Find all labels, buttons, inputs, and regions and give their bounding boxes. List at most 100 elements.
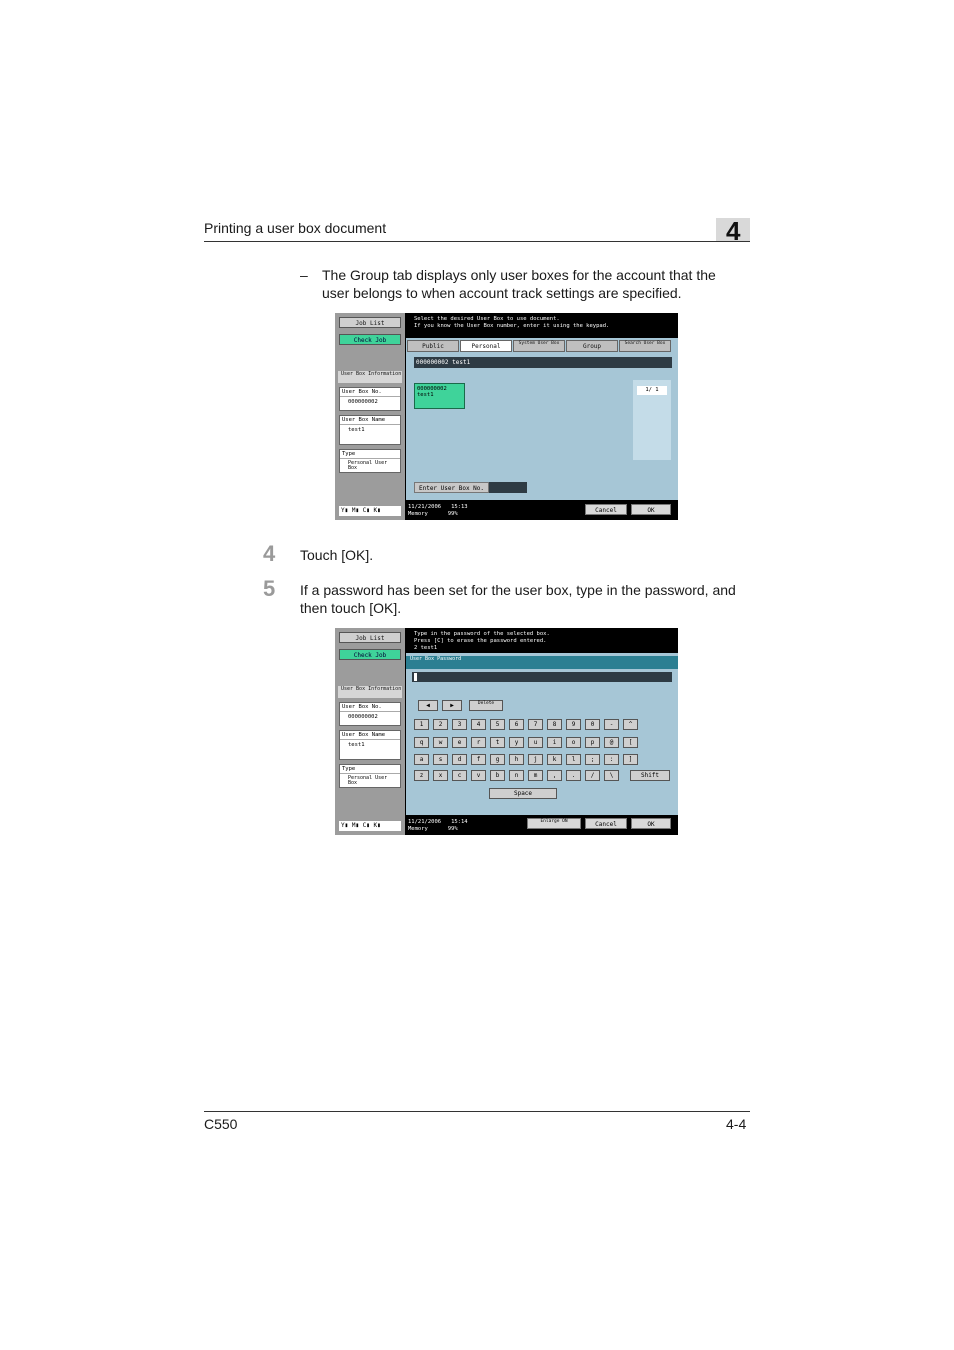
- selected-box-field: 000000002 test1: [414, 357, 672, 368]
- key-row3-7[interactable]: k: [547, 754, 562, 765]
- key-row1-4[interactable]: 5: [490, 719, 505, 730]
- message-line-3: 2 test1: [414, 645, 438, 651]
- type-info: Type Personal User Box: [339, 449, 401, 473]
- box-no-entry-field[interactable]: [489, 482, 527, 493]
- key-row3-5[interactable]: h: [509, 754, 524, 765]
- key-row3-2[interactable]: d: [452, 754, 467, 765]
- password-input[interactable]: [412, 672, 672, 682]
- right-arrow-key[interactable]: ▶: [442, 700, 462, 711]
- message-line-2: If you know the User Box number, enter i…: [414, 323, 610, 329]
- job-list-button[interactable]: Job List: [339, 632, 401, 643]
- key-row4-9[interactable]: /: [585, 770, 600, 781]
- enlarge-button[interactable]: Enlarge ON: [527, 818, 581, 829]
- key-row1-2[interactable]: 3: [452, 719, 467, 730]
- key-row1-10[interactable]: -: [604, 719, 619, 730]
- date-text: 11/21/2006 15:14: [408, 819, 468, 825]
- key-row3-9[interactable]: ;: [585, 754, 600, 765]
- key-row1-9[interactable]: 0: [585, 719, 600, 730]
- check-job-button[interactable]: Check Job: [339, 334, 401, 345]
- key-row2-2[interactable]: e: [452, 737, 467, 748]
- user-box-tile[interactable]: 000000002 test1: [414, 383, 465, 409]
- shift-key[interactable]: Shift: [630, 770, 670, 781]
- user-box-select-screen: Job List Check Job User Box Information …: [335, 313, 678, 520]
- key-row2-1[interactable]: w: [433, 737, 448, 748]
- key-row4-7[interactable]: ,: [547, 770, 562, 781]
- key-row4-1[interactable]: x: [433, 770, 448, 781]
- footer-model: C550: [204, 1116, 238, 1132]
- cancel-button[interactable]: Cancel: [585, 818, 627, 829]
- status-bar: 11/21/2006 15:13 Memory 99% Cancel OK: [406, 500, 678, 520]
- key-row1-1[interactable]: 2: [433, 719, 448, 730]
- key-row1-7[interactable]: 8: [547, 719, 562, 730]
- job-list-button[interactable]: Job List: [339, 317, 401, 328]
- key-row4-2[interactable]: c: [452, 770, 467, 781]
- type-info: Type Personal User Box: [339, 764, 401, 788]
- space-key[interactable]: Space: [489, 788, 557, 799]
- key-row3-0[interactable]: a: [414, 754, 429, 765]
- key-row3-8[interactable]: l: [566, 754, 581, 765]
- key-row2-4[interactable]: t: [490, 737, 505, 748]
- box-name-label: User Box Name: [340, 416, 400, 425]
- key-row3-4[interactable]: g: [490, 754, 505, 765]
- message-area: Type in the password of the selected box…: [406, 628, 678, 653]
- ok-button[interactable]: OK: [631, 818, 671, 829]
- tab-public[interactable]: Public: [407, 340, 459, 352]
- header-title: Printing a user box document: [204, 220, 387, 236]
- key-row2-0[interactable]: q: [414, 737, 429, 748]
- step-5-number: 5: [263, 576, 276, 601]
- key-row4-0[interactable]: z: [414, 770, 429, 781]
- enter-user-box-no-button[interactable]: Enter User Box No.: [414, 482, 489, 493]
- cancel-button[interactable]: Cancel: [585, 504, 627, 515]
- key-row2-8[interactable]: o: [566, 737, 581, 748]
- key-row2-10[interactable]: @: [604, 737, 619, 748]
- page-indicator: 1/ 1: [637, 386, 667, 395]
- tab-search-user-box[interactable]: Search User Box: [619, 340, 671, 352]
- step-4-number: 4: [263, 541, 276, 566]
- key-row2-5[interactable]: y: [509, 737, 524, 748]
- key-row2-11[interactable]: [: [623, 737, 638, 748]
- key-row4-5[interactable]: n: [509, 770, 524, 781]
- box-name-info: User Box Name test1: [339, 415, 401, 445]
- key-row1-8[interactable]: 9: [566, 719, 581, 730]
- box-name-info: User Box Name test1: [339, 730, 401, 760]
- password-section-title: User Box Password: [406, 656, 678, 669]
- tab-group[interactable]: Group: [566, 340, 618, 352]
- key-row3-3[interactable]: f: [471, 754, 486, 765]
- date-text: 11/21/2006 15:13: [408, 504, 468, 510]
- delete-key[interactable]: Delete: [469, 700, 503, 711]
- key-row1-0[interactable]: 1: [414, 719, 429, 730]
- key-row3-10[interactable]: :: [604, 754, 619, 765]
- box-list-area: Public Personal System User Box Group Se…: [406, 338, 678, 500]
- info-header: User Box Information: [338, 686, 402, 698]
- footer-rule: [204, 1111, 750, 1112]
- type-value: Personal User Box: [348, 775, 388, 786]
- key-row4-10[interactable]: \: [604, 770, 619, 781]
- left-arrow-key[interactable]: ◀: [418, 700, 438, 711]
- tab-personal[interactable]: Personal: [460, 340, 512, 352]
- key-row3-1[interactable]: s: [433, 754, 448, 765]
- key-row2-7[interactable]: i: [547, 737, 562, 748]
- message-line-1: Select the desired User Box to use docum…: [414, 316, 560, 322]
- key-row2-3[interactable]: r: [471, 737, 486, 748]
- key-row1-11[interactable]: ^: [623, 719, 638, 730]
- key-row4-8[interactable]: .: [566, 770, 581, 781]
- toner-indicator: Y▮ M▮ C▮ K▮: [339, 506, 401, 516]
- key-row1-5[interactable]: 6: [509, 719, 524, 730]
- box-no-value: 000000002: [348, 714, 378, 720]
- key-row1-6[interactable]: 7: [528, 719, 543, 730]
- key-row4-3[interactable]: v: [471, 770, 486, 781]
- side-panel: Job List Check Job User Box Information …: [335, 313, 405, 520]
- key-row4-4[interactable]: b: [490, 770, 505, 781]
- key-row3-11[interactable]: ]: [623, 754, 638, 765]
- key-row3-6[interactable]: j: [528, 754, 543, 765]
- step-4-text: Touch [OK].: [300, 547, 374, 563]
- key-row4-6[interactable]: m: [528, 770, 543, 781]
- ok-button[interactable]: OK: [631, 504, 671, 515]
- tab-system-user-box[interactable]: System User Box: [513, 340, 565, 352]
- key-row1-3[interactable]: 4: [471, 719, 486, 730]
- key-row2-6[interactable]: u: [528, 737, 543, 748]
- box-name-value: test1: [348, 742, 365, 748]
- step-5-text: If a password has been set for the user …: [300, 582, 736, 616]
- check-job-button[interactable]: Check Job: [339, 649, 401, 660]
- key-row2-9[interactable]: p: [585, 737, 600, 748]
